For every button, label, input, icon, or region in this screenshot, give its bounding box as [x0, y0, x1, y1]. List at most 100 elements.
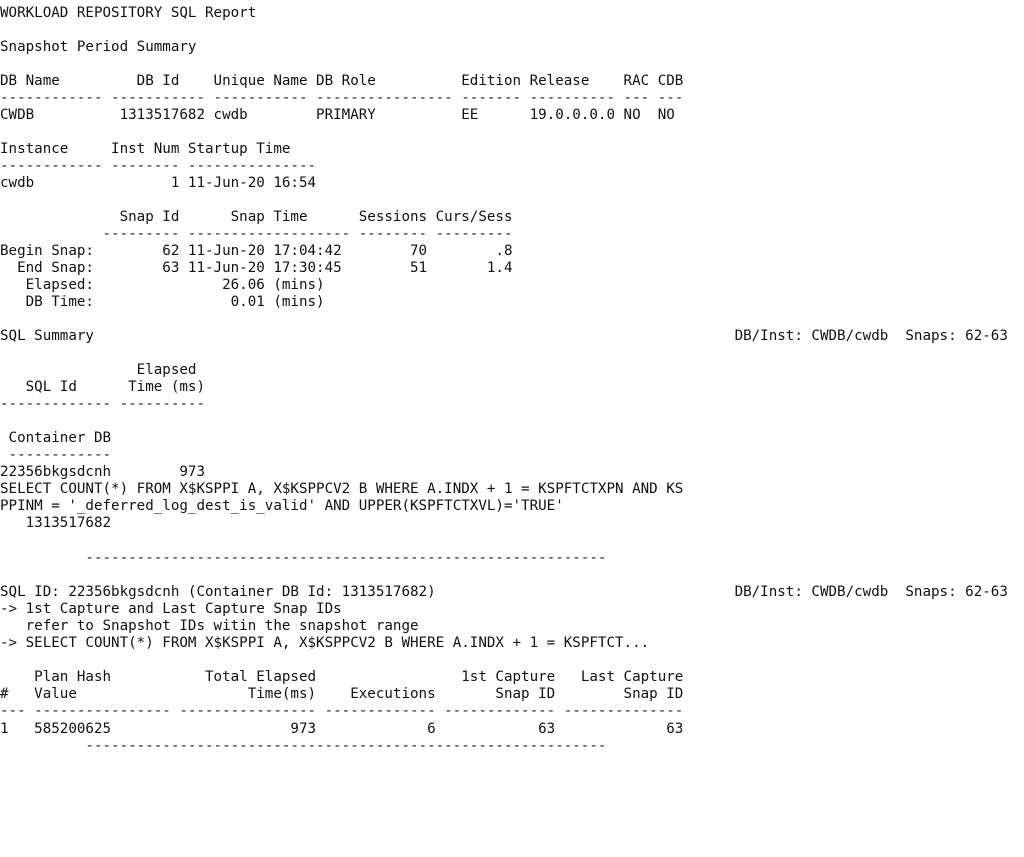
- note-text: -> SELECT COUNT(*) FROM X$KSPPI A, X$KSP…: [0, 635, 650, 651]
- col-header-last-snap-id: Snap ID: [623, 686, 684, 702]
- divider: ----------------: [34, 703, 171, 719]
- col-header-plan-hash: Plan Hash: [34, 669, 112, 685]
- snap-table-dashes: --------- ------------------- -------- -…: [0, 226, 1024, 243]
- divider: ----------: [119, 396, 205, 412]
- divider: ----------------: [316, 90, 453, 106]
- elapsed-label: Elapsed:: [25, 277, 94, 293]
- instance-table-dashes: ------------ -------- ---------------: [0, 158, 1024, 175]
- db-name-value: CWDB: [0, 107, 35, 123]
- instance-table-row: cwdb 1 11-Jun-20 16:54: [0, 175, 1024, 192]
- report-title-line: WORKLOAD REPOSITORY SQL Report: [0, 5, 1024, 22]
- divider: ---: [657, 90, 684, 106]
- db-time-row: DB Time: 0.01 (mins): [0, 294, 1024, 311]
- db-table-row: CWDB 1313517682 cwdb PRIMARY EE 19.0.0.0…: [0, 107, 1024, 124]
- elapsed-value: 26.06 (mins): [222, 277, 325, 293]
- snap-table-header: Snap Id Snap Time Sessions Curs/Sess: [0, 209, 1024, 226]
- col-header-time-ms: Time (ms): [128, 379, 205, 395]
- begin-curs-sess: .8: [495, 243, 513, 259]
- startup-time-value: 11-Jun-20 16:54: [187, 175, 317, 191]
- col-header-instance: Instance: [0, 141, 69, 157]
- db-time-value: 0.01 (mins): [230, 294, 325, 310]
- col-header-1st-snap-id: Snap ID: [495, 686, 556, 702]
- inst-num-value: 1: [170, 175, 180, 191]
- col-header-release: Release: [529, 73, 590, 89]
- end-snap-label: End Snap:: [17, 260, 94, 276]
- divider: -------------: [324, 703, 436, 719]
- end-curs-sess: 1.4: [486, 260, 513, 276]
- divider: -------: [461, 90, 522, 106]
- begin-sessions: 70: [409, 243, 428, 259]
- db-role-value: PRIMARY: [316, 107, 376, 123]
- snapshot-period-heading: Snapshot Period Summary: [0, 39, 197, 55]
- sql-summary-header-line2: SQL Id Time (ms): [0, 379, 1024, 396]
- divider: ------------: [0, 158, 103, 174]
- db-table-header: DB Name DB Id Unique Name DB Role Editio…: [0, 73, 1024, 90]
- col-header-sessions: Sessions: [358, 209, 428, 225]
- sql-summary-separator: ----------------------------------------…: [0, 550, 1024, 567]
- divider: ---: [0, 703, 26, 719]
- divider: --------------: [563, 703, 684, 719]
- divider: -------------: [444, 703, 556, 719]
- executions-value: 6: [427, 721, 436, 737]
- divider: -------------------: [187, 226, 351, 242]
- sql-text-line1: SELECT COUNT(*) FROM X$KSPPI A, X$KSPPCV…: [0, 481, 1024, 498]
- divider: -----------: [213, 90, 308, 106]
- snap-table-row-begin: Begin Snap: 62 11-Jun-20 17:04:42 70 .8: [0, 243, 1024, 260]
- divider: ---------------: [187, 158, 317, 174]
- plan-table-row: 1 585200625 973 6 63 63: [0, 721, 1024, 738]
- divider: ----------------------------------------…: [85, 550, 607, 566]
- first-capture-snap-id: 63: [538, 721, 556, 737]
- container-db-header-line: Container DB: [0, 430, 1024, 447]
- db-table-dashes: ------------ ----------- ----------- ---…: [0, 90, 1024, 107]
- sql-summary-row: 22356bkgsdcnh 973: [0, 464, 1024, 481]
- divider: --------: [358, 226, 428, 242]
- container-db-id-line: 1313517682: [0, 515, 1024, 532]
- db-id-value: 1313517682: [119, 107, 205, 123]
- sql-detail-heading: SQL ID: 22356bkgsdcnh (Container DB Id: …: [0, 584, 436, 600]
- container-db-id-value: 1313517682: [25, 515, 112, 531]
- plan-hash-value: 585200625: [34, 721, 112, 737]
- divider: ------------: [8, 447, 112, 463]
- sql-summary-heading-line: SQL Summary DB/Inst: CWDB/cwdb Snaps: 62…: [0, 328, 1024, 345]
- instance-value: cwdb: [0, 175, 35, 191]
- divider: --------: [111, 158, 180, 174]
- elapsed-row: Elapsed: 26.06 (mins): [0, 277, 1024, 294]
- plan-table-separator: ----------------------------------------…: [0, 738, 1024, 755]
- snap-table-row-end: End Snap: 63 11-Jun-20 17:30:45 51 1.4: [0, 260, 1024, 277]
- sql-summary-dashes: ------------- ----------: [0, 396, 1024, 413]
- col-header-edition: Edition: [461, 73, 522, 89]
- sql-detail-note: -> 1st Capture and Last Capture Snap IDs: [0, 601, 1024, 618]
- release-value: 19.0.0.0.0: [529, 107, 615, 123]
- col-header-db-id: DB Id: [136, 73, 180, 89]
- divider: ------------: [0, 90, 103, 106]
- sql-summary-header-line1: Elapsed: [0, 362, 1024, 379]
- col-header-sql-id: SQL Id: [25, 379, 77, 395]
- unique-name-value: cwdb: [213, 107, 248, 123]
- plan-table-header-line1: Plan Hash Total Elapsed 1st Capture Last…: [0, 669, 1024, 686]
- col-header-rac: RAC: [623, 73, 650, 89]
- col-header-executions: Executions: [350, 686, 436, 702]
- sql-text-line2: PPINM = '_deferred_log_dest_is_valid' AN…: [0, 498, 1024, 515]
- divider: ----------: [529, 90, 615, 106]
- note-text: -> 1st Capture and Last Capture Snap IDs: [0, 601, 342, 617]
- begin-snap-time: 11-Jun-20 17:04:42: [187, 243, 342, 259]
- col-header-snap-id: Snap Id: [119, 209, 180, 225]
- elapsed-ms-value: 973: [179, 464, 205, 480]
- sql-text: SELECT COUNT(*) FROM X$KSPPI A, X$KSPPCV…: [0, 481, 684, 497]
- col-header-inst-num: Inst Num: [111, 141, 180, 157]
- col-header-elapsed: Elapsed: [136, 362, 197, 378]
- sql-detail-heading-line: SQL ID: 22356bkgsdcnh (Container DB Id: …: [0, 584, 1024, 601]
- note-text: refer to Snapshot IDs witin the snapshot…: [0, 618, 419, 634]
- col-header-value: Value: [34, 686, 77, 702]
- snapshot-period-heading-line: Snapshot Period Summary: [0, 39, 1024, 56]
- sql-summary-context: DB/Inst: CWDB/cwdb Snaps: 62-63: [734, 328, 1008, 344]
- rac-value: NO: [623, 107, 641, 123]
- end-snap-id: 63: [162, 260, 180, 276]
- col-header-curs-sess: Curs/Sess: [435, 209, 513, 225]
- divider: -----------: [111, 90, 205, 106]
- sql-summary-heading: SQL Summary: [0, 328, 94, 344]
- col-header-cdb: CDB: [657, 73, 684, 89]
- sql-text: PPINM = '_deferred_log_dest_is_valid' AN…: [0, 498, 564, 514]
- divider: -------------: [0, 396, 112, 412]
- end-sessions: 51: [409, 260, 428, 276]
